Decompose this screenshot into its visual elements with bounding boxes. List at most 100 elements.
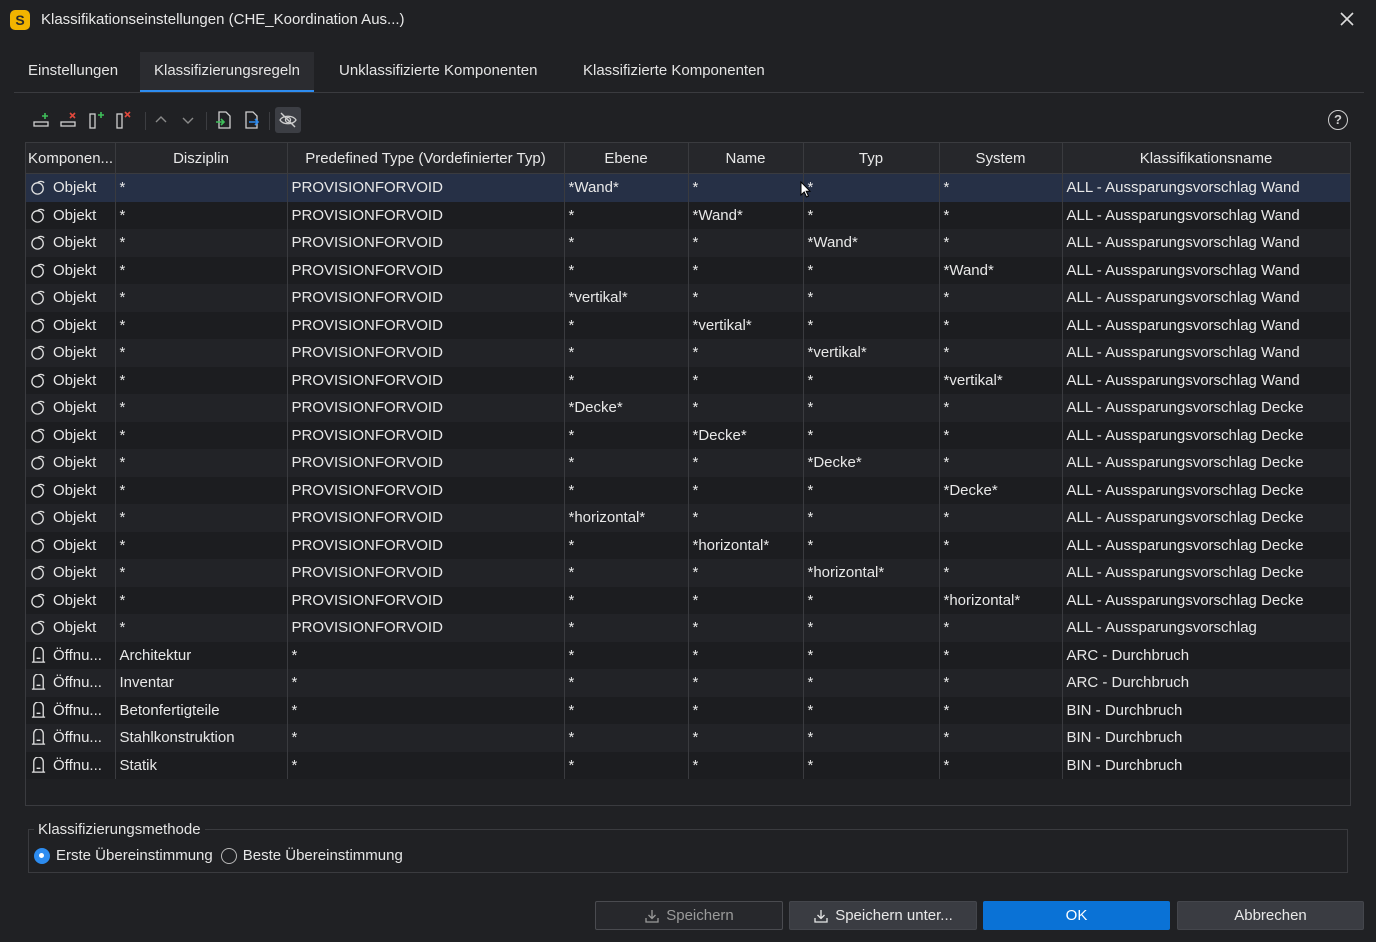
- column-header-ebene[interactable]: Ebene: [564, 143, 689, 174]
- cell-predefined-type[interactable]: PROVISIONFORVOID: [287, 586, 565, 614]
- table-row[interactable]: Objekt * PROVISIONFORVOID *vertikal* * * * ALL …: [26, 284, 1351, 312]
- cell-disziplin[interactable]: *: [115, 339, 288, 367]
- cell-ebene[interactable]: *: [564, 751, 689, 779]
- cell-typ[interactable]: *Decke*: [803, 449, 940, 477]
- cell-name[interactable]: *: [688, 229, 804, 257]
- column-header-predefined-type[interactable]: Predefined Type (Vordefinierter Typ): [287, 143, 565, 174]
- cell-predefined-type[interactable]: PROVISIONFORVOID: [287, 256, 565, 284]
- cell-disziplin[interactable]: Architektur: [115, 641, 288, 669]
- cell-predefined-type[interactable]: PROVISIONFORVOID: [287, 614, 565, 642]
- cell-komponente[interactable]: Objekt: [26, 559, 116, 587]
- cell-name[interactable]: *: [688, 394, 804, 422]
- cell-disziplin[interactable]: *: [115, 504, 288, 532]
- cell-ebene[interactable]: *: [564, 586, 689, 614]
- cell-name[interactable]: *: [688, 366, 804, 394]
- cell-ebene[interactable]: *: [564, 366, 689, 394]
- table-row[interactable]: Objekt * PROVISIONFORVOID * * *vertikal* * ALL …: [26, 339, 1351, 367]
- cell-komponente[interactable]: Objekt: [26, 201, 116, 229]
- cell-system[interactable]: *: [939, 311, 1063, 339]
- table-row[interactable]: Objekt * PROVISIONFORVOID * * * *vertikal* ALL …: [26, 366, 1351, 394]
- cell-klassifikationsname[interactable]: ALL - Aussparungsvorschlag Decke: [1062, 394, 1351, 422]
- cell-typ[interactable]: *: [803, 201, 940, 229]
- cell-system[interactable]: *: [939, 531, 1063, 559]
- cell-ebene[interactable]: *: [564, 696, 689, 724]
- cell-name[interactable]: *: [688, 173, 804, 202]
- cell-system[interactable]: *: [939, 641, 1063, 669]
- table-row[interactable]: Objekt * PROVISIONFORVOID * * *Wand* * ALL - Au…: [26, 229, 1351, 257]
- column-header-typ[interactable]: Typ: [803, 143, 940, 174]
- cell-disziplin[interactable]: Statik: [115, 751, 288, 779]
- cell-disziplin[interactable]: *: [115, 311, 288, 339]
- cell-name[interactable]: *: [688, 614, 804, 642]
- cell-komponente[interactable]: Objekt: [26, 311, 116, 339]
- cell-klassifikationsname[interactable]: ALL - Aussparungsvorschlag Decke: [1062, 449, 1351, 477]
- cell-komponente[interactable]: Objekt: [26, 586, 116, 614]
- cell-typ[interactable]: *: [803, 421, 940, 449]
- table-row[interactable]: Objekt * PROVISIONFORVOID * * * * ALL - Ausspar…: [26, 614, 1351, 642]
- cell-predefined-type[interactable]: PROVISIONFORVOID: [287, 394, 565, 422]
- cell-komponente[interactable]: Objekt: [26, 284, 116, 312]
- cell-komponente[interactable]: Objekt: [26, 256, 116, 284]
- cell-system[interactable]: *: [939, 504, 1063, 532]
- cell-system[interactable]: *: [939, 696, 1063, 724]
- cell-typ[interactable]: *: [803, 173, 940, 202]
- cell-system[interactable]: *Wand*: [939, 256, 1063, 284]
- cell-typ[interactable]: *: [803, 366, 940, 394]
- ok-button[interactable]: OK: [983, 901, 1170, 930]
- tab-klassifizierungsregeln[interactable]: Klassifizierungsregeln: [140, 52, 314, 92]
- table-row[interactable]: Objekt * PROVISIONFORVOID * * *horizontal* * AL…: [26, 559, 1351, 587]
- cell-name[interactable]: *: [688, 449, 804, 477]
- help-icon[interactable]: ?: [1328, 110, 1348, 130]
- cell-disziplin[interactable]: *: [115, 421, 288, 449]
- close-icon[interactable]: [1336, 9, 1358, 31]
- cell-predefined-type[interactable]: *: [287, 751, 565, 779]
- cell-komponente[interactable]: Objekt: [26, 229, 116, 257]
- cell-typ[interactable]: *: [803, 586, 940, 614]
- cell-klassifikationsname[interactable]: ARC - Durchbruch: [1062, 641, 1351, 669]
- cell-komponente[interactable]: Objekt: [26, 366, 116, 394]
- remove-column-icon[interactable]: [112, 108, 136, 132]
- cell-disziplin[interactable]: Stahlkonstruktion: [115, 724, 288, 752]
- cell-predefined-type[interactable]: PROVISIONFORVOID: [287, 476, 565, 504]
- column-header-name[interactable]: Name: [688, 143, 804, 174]
- cell-system[interactable]: *: [939, 669, 1063, 697]
- cell-system[interactable]: *: [939, 724, 1063, 752]
- cell-system[interactable]: *: [939, 284, 1063, 312]
- radio-label-erste[interactable]: Erste Übereinstimmung: [56, 847, 213, 864]
- table-row[interactable]: Objekt * PROVISIONFORVOID * * * *Wand* ALL - Au…: [26, 256, 1351, 284]
- cell-predefined-type[interactable]: *: [287, 669, 565, 697]
- cell-komponente[interactable]: Objekt: [26, 173, 116, 202]
- cell-ebene[interactable]: *: [564, 559, 689, 587]
- column-header-system[interactable]: System: [939, 143, 1063, 174]
- cell-typ[interactable]: *: [803, 531, 940, 559]
- cell-name[interactable]: *horizontal*: [688, 531, 804, 559]
- cell-system[interactable]: *: [939, 559, 1063, 587]
- radio-label-beste[interactable]: Beste Übereinstimmung: [243, 847, 403, 864]
- cell-system[interactable]: *: [939, 449, 1063, 477]
- table-row[interactable]: Öffnu... Statik * * * * * BIN - Durchbruch: [26, 751, 1351, 779]
- cell-name[interactable]: *: [688, 751, 804, 779]
- cell-name[interactable]: *: [688, 669, 804, 697]
- cell-typ[interactable]: *: [803, 256, 940, 284]
- cell-disziplin[interactable]: *: [115, 449, 288, 477]
- cell-system[interactable]: *: [939, 339, 1063, 367]
- cell-ebene[interactable]: *: [564, 724, 689, 752]
- column-header-klassifikationsname[interactable]: Klassifikationsname: [1062, 143, 1351, 174]
- move-down-icon[interactable]: [176, 108, 200, 132]
- cell-ebene[interactable]: *: [564, 201, 689, 229]
- cell-klassifikationsname[interactable]: ALL - Aussparungsvorschlag Wand: [1062, 229, 1351, 257]
- cell-typ[interactable]: *: [803, 614, 940, 642]
- cell-system[interactable]: *: [939, 229, 1063, 257]
- tab-klassifizierte-komponenten[interactable]: Klassifizierte Komponenten: [569, 52, 779, 90]
- cell-disziplin[interactable]: *: [115, 201, 288, 229]
- cell-predefined-type[interactable]: PROVISIONFORVOID: [287, 421, 565, 449]
- cell-typ[interactable]: *: [803, 669, 940, 697]
- cell-ebene[interactable]: *vertikal*: [564, 284, 689, 312]
- cell-typ[interactable]: *: [803, 476, 940, 504]
- cell-system[interactable]: *: [939, 421, 1063, 449]
- cell-disziplin[interactable]: *: [115, 229, 288, 257]
- cell-komponente[interactable]: Objekt: [26, 504, 116, 532]
- table-row[interactable]: Objekt * PROVISIONFORVOID * *Wand* * * ALL - Au…: [26, 201, 1351, 229]
- table-row[interactable]: Objekt * PROVISIONFORVOID * * * *Decke* ALL - A…: [26, 476, 1351, 504]
- remove-row-icon[interactable]: [57, 108, 81, 132]
